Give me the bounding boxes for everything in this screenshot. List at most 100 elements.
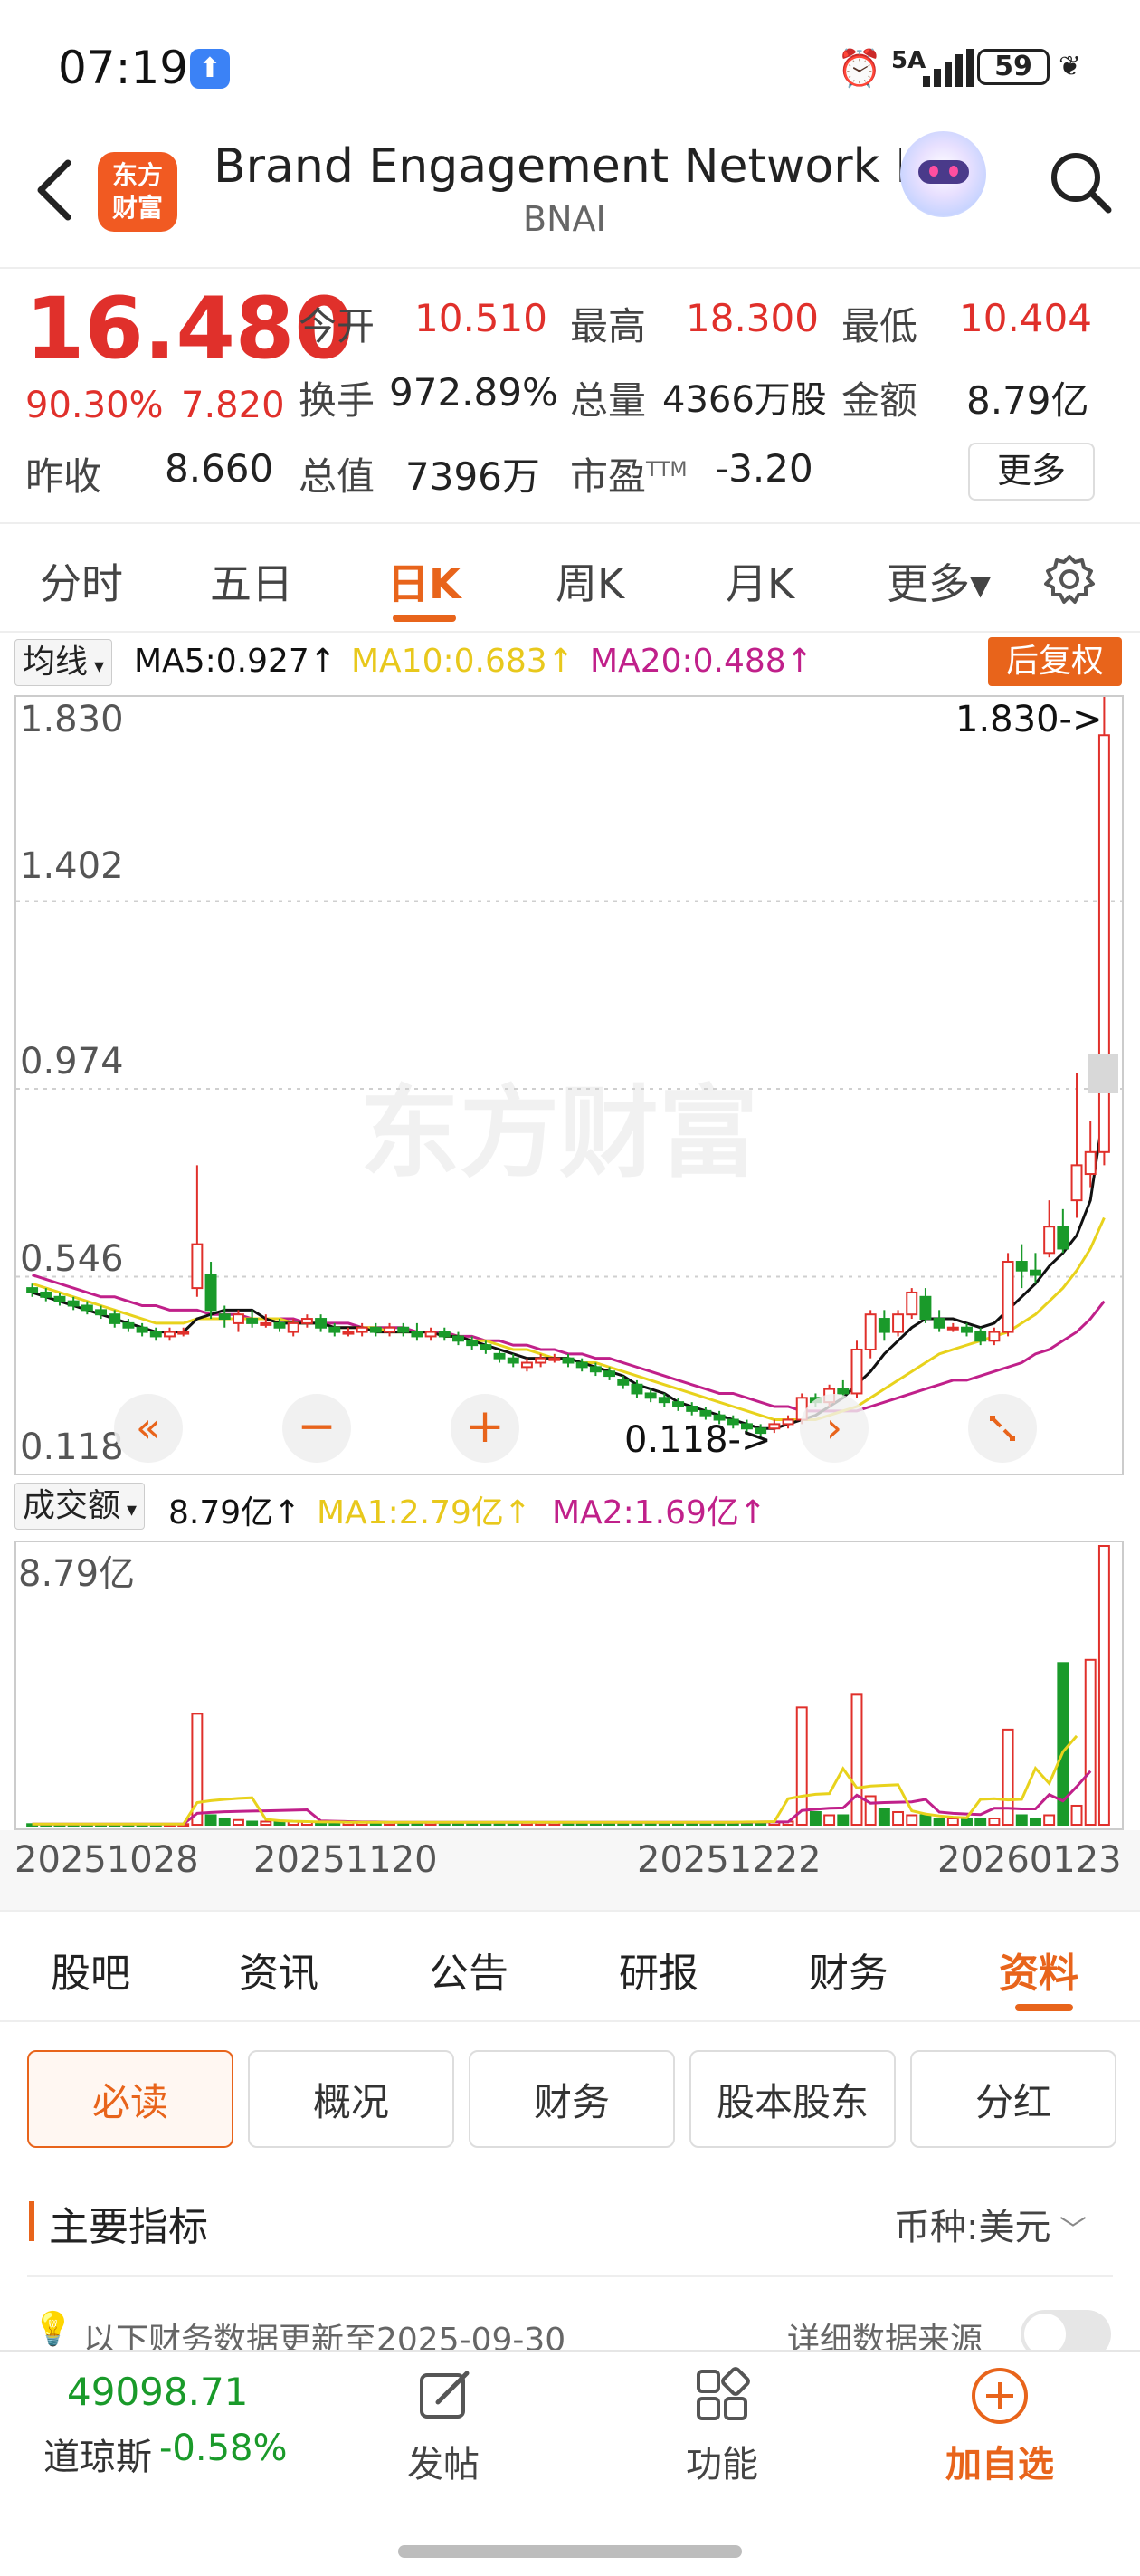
candle-body [438, 1331, 451, 1338]
turnover-value: 972.89% [389, 370, 558, 415]
home-indicator [398, 2545, 742, 2558]
functions-label: 功能 [686, 2444, 758, 2485]
candle-body [191, 1243, 204, 1290]
volume-legend-row: 成交额 ▾ 8.79亿↑ MA1:2.79亿↑ MA2:1.69亿↑ [0, 1477, 1140, 1535]
tab-weekly-k[interactable]: 周K [556, 551, 624, 611]
volume-chart[interactable]: 8.79亿 [14, 1541, 1124, 1830]
candle-body [136, 1326, 148, 1333]
candle-body [782, 1418, 794, 1426]
subtab-news[interactable]: 资讯 [239, 1941, 318, 1999]
section-marker [29, 2201, 34, 2241]
settings-gear-icon[interactable] [1040, 551, 1098, 609]
tab-five-day[interactable]: 五日 [210, 551, 293, 611]
candle-body [1070, 1164, 1083, 1202]
add-watchlist-button[interactable]: 加自选 [932, 2366, 1068, 2502]
high-value: 18.300 [686, 296, 819, 340]
volume-bar [892, 1810, 905, 1826]
price-tick-bottom: 0.118 [20, 1426, 124, 1468]
chip-overview[interactable]: 概况 [248, 2050, 454, 2148]
status-time: 07:19 [58, 42, 189, 94]
zoom-in-button[interactable]: + [451, 1394, 519, 1463]
candle-body [384, 1326, 396, 1333]
chip-shareholders[interactable]: 股本股东 [689, 2050, 896, 2148]
volume-bar [823, 1814, 836, 1827]
functions-button[interactable]: 功能 [659, 2366, 785, 2502]
volume-dropdown[interactable]: 成交额 ▾ [14, 1483, 146, 1530]
lightbulb-icon: 💡 [33, 2311, 73, 2348]
scroll-right-button[interactable]: › [800, 1394, 869, 1463]
volume-bar [946, 1817, 959, 1826]
subtab-guba[interactable]: 股吧 [51, 1941, 130, 1999]
quote-panel: 16.480 90.30% 7.820 昨收 8.660 今开 10.510 最… [0, 269, 1140, 522]
tab-active-underline [393, 615, 456, 622]
price-tick-3: 0.974 [20, 1041, 124, 1083]
adjust-button[interactable]: 后复权 [988, 637, 1122, 686]
candle-body [1015, 1261, 1028, 1272]
subtab-profile[interactable]: 资料 [999, 1941, 1078, 1999]
currency-selector[interactable]: 币种:美元 ﹀ [894, 2198, 1087, 2250]
add-watchlist-label: 加自选 [945, 2444, 1054, 2485]
tab-more[interactable]: 更多▾ [887, 551, 991, 611]
candle-body [26, 1287, 39, 1293]
ma10-label: MA10:0.683↑ [351, 643, 575, 680]
tab-daily-k[interactable]: 日K [387, 551, 461, 611]
tab-monthly-k[interactable]: 月K [726, 551, 794, 611]
index-name: 道琼斯 [43, 2437, 152, 2478]
candle-body [81, 1304, 93, 1312]
min-price-marker: 0.118-> [624, 1419, 772, 1461]
candle-body [260, 1321, 272, 1326]
search-icon[interactable] [1045, 147, 1117, 219]
fullscreen-button[interactable] [968, 1394, 1037, 1463]
candle-body [287, 1321, 299, 1333]
volume-bar [204, 1814, 217, 1827]
volume-bar [878, 1808, 890, 1827]
candle-body [548, 1357, 561, 1361]
tab-intraday[interactable]: 分时 [40, 551, 123, 611]
stock-name: Brand Engagement Network Inc [214, 139, 901, 194]
candle-body [177, 1331, 190, 1335]
scroll-left-button[interactable]: « [114, 1394, 183, 1463]
price-chart-svg: 东方财富 [16, 697, 1122, 1437]
index-change: -0.58% [159, 2428, 288, 2469]
pe-value: -3.20 [715, 446, 813, 491]
price-chart[interactable]: 东方财富 1.830 1.402 0.974 0.546 0.118 1.830… [14, 695, 1124, 1475]
subtab-research[interactable]: 研报 [619, 1941, 698, 1999]
post-button[interactable]: 发帖 [380, 2366, 507, 2502]
section-title: 主要指标 [49, 2204, 208, 2250]
plus-circle-icon [970, 2366, 1030, 2426]
robot-assistant-icon[interactable] [900, 131, 986, 217]
subtab-announcements[interactable]: 公告 [429, 1941, 508, 1999]
brand-logo: 东方 财富 [98, 152, 177, 232]
candle-body [67, 1300, 80, 1307]
candle-body [273, 1321, 286, 1329]
chip-must-read[interactable]: 必读 [27, 2050, 233, 2148]
date-label-2: 20251120 [253, 1839, 438, 1881]
ma-dropdown[interactable]: 均线 ▾ [14, 639, 113, 686]
battery-icon: 59 [977, 49, 1050, 85]
candle-body [493, 1352, 506, 1360]
volume-bar [809, 1810, 822, 1826]
candle-body [1057, 1226, 1069, 1250]
candle-body [411, 1331, 423, 1338]
zoom-out-button[interactable]: − [282, 1394, 351, 1463]
section-divider [27, 2275, 1113, 2277]
chip-finance[interactable]: 财务 [469, 2050, 675, 2148]
candle-body [699, 1409, 712, 1417]
candle-body [1029, 1269, 1041, 1276]
candle-body [864, 1313, 877, 1350]
candle-body [617, 1379, 630, 1386]
back-icon[interactable] [27, 154, 81, 226]
more-button[interactable]: 更多 [968, 443, 1095, 501]
date-axis: 20251028 20251120 20251222 20260123 [0, 1830, 1140, 1912]
candle-body [397, 1326, 410, 1333]
crosshair-handle[interactable] [1088, 1054, 1118, 1093]
subtab-finance[interactable]: 财务 [809, 1941, 888, 1999]
candle-body [122, 1321, 135, 1329]
volume-bar [1029, 1817, 1041, 1826]
candle-body [575, 1361, 588, 1369]
candle-body [466, 1340, 479, 1347]
max-price-marker: 1.830-> [955, 699, 1103, 740]
candle-body [974, 1331, 987, 1342]
chip-dividend[interactable]: 分红 [910, 2050, 1116, 2148]
index-ticker[interactable]: 49098.71 道琼斯 -0.58% [0, 2352, 308, 2496]
